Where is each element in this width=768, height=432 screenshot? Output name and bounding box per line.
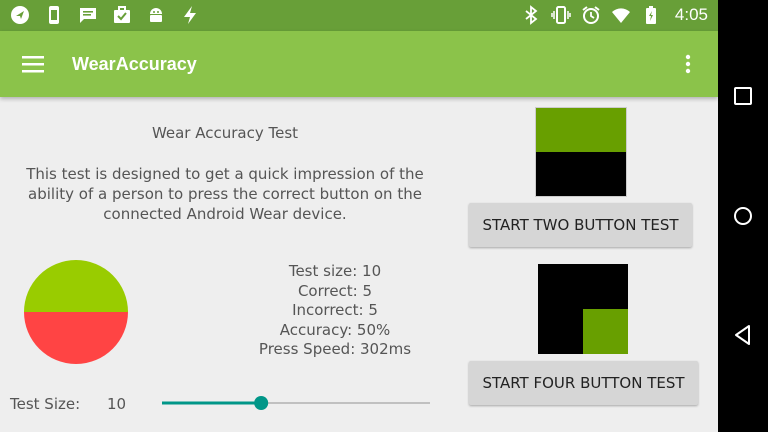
stat-accuracy: Accuracy: 50%: [279, 320, 391, 339]
pie-slice-correct: [24, 260, 128, 312]
test-size-value: 10: [107, 395, 127, 413]
main-content: Wear Accuracy Test This test is designed…: [0, 97, 718, 432]
status-time: 4:05: [674, 5, 708, 24]
battery-icon: [641, 5, 661, 25]
navigation-bar: [718, 0, 768, 432]
test-size-slider[interactable]: [162, 395, 430, 411]
test-description: This test is designed to get a quick imp…: [26, 165, 424, 223]
accuracy-pie-chart: [24, 260, 128, 364]
flash-icon: [180, 5, 200, 25]
android-icon: [146, 5, 166, 25]
stat-press-speed: Press Speed: 302ms: [258, 340, 412, 358]
start-two-button-test-button[interactable]: START TWO BUTTON TEST: [469, 203, 692, 247]
navigation-icon: [10, 5, 30, 25]
alarm-icon: [581, 5, 601, 25]
wifi-icon: [611, 5, 631, 25]
test-title: Wear Accuracy Test: [151, 124, 299, 142]
stat-correct: Correct: 5: [297, 281, 373, 300]
back-icon[interactable]: [731, 323, 755, 347]
briefcase-icon: [112, 5, 132, 25]
menu-icon[interactable]: [18, 49, 48, 79]
vibrate-icon: [551, 5, 571, 25]
stat-test-size: Test size: 10: [288, 262, 382, 280]
test-size-label: Test Size:: [10, 395, 81, 413]
test-stats: Test size: 10 Correct: 5 Incorrect: 5 Ac…: [250, 262, 420, 360]
message-icon: [78, 5, 98, 25]
start-four-button-test-button[interactable]: START FOUR BUTTON TEST: [469, 361, 698, 405]
status-bar: 4:05: [0, 0, 718, 31]
bluetooth-icon: [521, 5, 541, 25]
home-icon[interactable]: [731, 204, 755, 228]
two-button-preview: [535, 107, 627, 197]
four-button-preview: [538, 264, 628, 354]
watch-icon: [44, 5, 64, 25]
app-title: WearAccuracy: [72, 54, 197, 74]
slider-thumb[interactable]: [254, 396, 269, 410]
recents-icon[interactable]: [731, 84, 755, 108]
pie-slice-incorrect: [24, 312, 128, 364]
stat-incorrect: Incorrect: 5: [292, 301, 378, 319]
app-bar: WearAccuracy: [0, 31, 718, 97]
overflow-menu-icon[interactable]: [678, 49, 698, 79]
